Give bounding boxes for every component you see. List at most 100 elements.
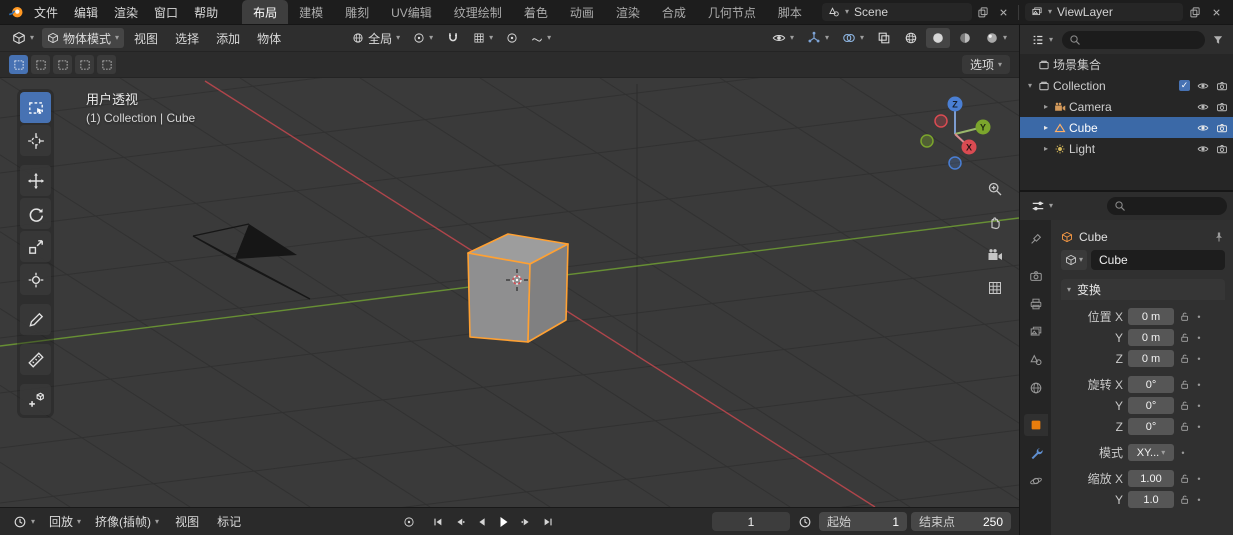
auto-keying-toggle[interactable]: [398, 511, 419, 532]
select-mode-intersect-button[interactable]: [97, 55, 116, 74]
viewlayer-selector[interactable]: ▾ ViewLayer: [1025, 3, 1183, 21]
menu-file[interactable]: 文件: [26, 2, 66, 23]
cube-object[interactable]: [467, 233, 569, 343]
breadcrumb-object-name[interactable]: Cube: [1079, 230, 1108, 244]
zoom-button[interactable]: [984, 178, 1006, 200]
move-tool[interactable]: [20, 165, 51, 196]
scene-selector[interactable]: ▾ Scene: [822, 3, 972, 21]
menu-timeline-view[interactable]: 视图: [168, 513, 206, 530]
annotate-tool[interactable]: [20, 304, 51, 335]
timeline-editor-type-button[interactable]: ▾: [8, 512, 40, 532]
menu-object[interactable]: 物体: [250, 30, 288, 47]
menu-add[interactable]: 添加: [209, 30, 247, 47]
outliner-row-light[interactable]: ▸ Light: [1020, 138, 1233, 159]
rotate-tool[interactable]: [20, 198, 51, 229]
overlays-selector[interactable]: ▾: [837, 28, 869, 48]
tab-tool-properties[interactable]: [1024, 228, 1048, 250]
rotation-x-field[interactable]: 0°: [1128, 376, 1174, 393]
tab-uv-editing[interactable]: UV编辑: [380, 0, 443, 24]
measure-tool[interactable]: [20, 344, 51, 375]
snap-settings[interactable]: ▾: [468, 28, 498, 48]
object-name-input[interactable]: Cube: [1091, 250, 1225, 270]
tab-scripting[interactable]: 脚本: [767, 0, 813, 24]
properties-editor-type-button[interactable]: ▾: [1026, 196, 1058, 216]
tab-render-properties[interactable]: [1024, 265, 1048, 287]
disclosure-triangle-icon[interactable]: ▸: [1041, 144, 1051, 153]
outliner-search-input[interactable]: [1062, 30, 1205, 49]
gizmo-neg-x-ball[interactable]: [934, 114, 948, 128]
cursor-tool[interactable]: [20, 125, 51, 156]
options-button[interactable]: 选项 ▾: [961, 55, 1010, 74]
animate-dot-icon[interactable]: •: [1195, 495, 1203, 505]
new-scene-button[interactable]: [974, 3, 992, 21]
gizmo-neg-y-ball[interactable]: [920, 134, 934, 148]
transform-panel-header[interactable]: ▾ 变换: [1061, 279, 1225, 300]
animate-dot-icon[interactable]: •: [1195, 354, 1203, 364]
outliner-editor-type-button[interactable]: ▾: [1026, 30, 1058, 50]
lock-icon[interactable]: [1179, 311, 1190, 322]
lock-icon[interactable]: [1179, 353, 1190, 364]
3d-viewport[interactable]: 用户透视 (1) Collection | Cube Z Y X: [0, 78, 1019, 507]
lock-icon[interactable]: [1179, 473, 1190, 484]
use-preview-range-toggle[interactable]: [794, 511, 815, 532]
scale-x-field[interactable]: 1.00: [1128, 470, 1174, 487]
next-keyframe-button[interactable]: [515, 511, 536, 532]
jump-to-end-button[interactable]: [537, 511, 558, 532]
object-visibility-selector[interactable]: ▾: [767, 28, 799, 48]
animate-dot-icon[interactable]: •: [1195, 422, 1203, 432]
select-mode-extend-button[interactable]: [31, 55, 50, 74]
disclosure-triangle-icon[interactable]: ▸: [1041, 123, 1051, 132]
shading-material-button[interactable]: [953, 28, 977, 48]
proportional-edit-toggle[interactable]: [501, 28, 523, 48]
jump-to-start-button[interactable]: [427, 511, 448, 532]
tab-physics-properties[interactable]: [1024, 470, 1048, 492]
disclosure-triangle-icon[interactable]: ▸: [1041, 102, 1051, 111]
outliner-filter-button[interactable]: [1209, 31, 1227, 49]
menu-marker[interactable]: 标记: [210, 513, 248, 530]
hide-eye-icon[interactable]: [1197, 122, 1209, 134]
menu-edit[interactable]: 编辑: [66, 2, 106, 23]
select-mode-new-button[interactable]: [9, 55, 28, 74]
render-visibility-icon[interactable]: [1216, 143, 1228, 155]
snap-toggle[interactable]: [441, 28, 465, 48]
menu-window[interactable]: 窗口: [146, 2, 186, 23]
disclosure-triangle-icon[interactable]: ▾: [1025, 81, 1035, 90]
scale-y-field[interactable]: 1.0: [1128, 491, 1174, 508]
animate-dot-icon[interactable]: •: [1195, 312, 1203, 322]
viewport-scene[interactable]: [0, 78, 1019, 507]
hide-eye-icon[interactable]: [1197, 80, 1209, 92]
lock-icon[interactable]: [1179, 379, 1190, 390]
menu-help[interactable]: 帮助: [186, 2, 226, 23]
tab-texture-paint[interactable]: 纹理绘制: [443, 0, 513, 24]
render-visibility-icon[interactable]: [1216, 80, 1228, 92]
lock-icon[interactable]: [1179, 421, 1190, 432]
tab-geometry-nodes[interactable]: 几何节点: [697, 0, 767, 24]
editor-type-button[interactable]: ▾: [7, 28, 39, 48]
tab-viewlayer-properties[interactable]: [1024, 321, 1048, 343]
menu-playback[interactable]: 回放 ▾: [44, 512, 86, 532]
pan-button[interactable]: [984, 211, 1006, 233]
tab-animation[interactable]: 动画: [559, 0, 605, 24]
animate-dot-icon[interactable]: •: [1195, 380, 1203, 390]
tab-shading[interactable]: 着色: [513, 0, 559, 24]
menu-select[interactable]: 选择: [168, 30, 206, 47]
shading-wireframe-button[interactable]: [899, 28, 923, 48]
menu-keying[interactable]: 挤像(插帧) ▾: [90, 512, 164, 532]
gizmo-neg-z-ball[interactable]: [948, 156, 962, 170]
prev-keyframe-button[interactable]: [449, 511, 470, 532]
ortho-toggle-button[interactable]: [984, 277, 1006, 299]
properties-search-input[interactable]: [1107, 197, 1227, 215]
outliner-row-cube[interactable]: ▸ Cube: [1020, 117, 1233, 138]
outliner-row-camera[interactable]: ▸ Camera: [1020, 96, 1233, 117]
tab-layout[interactable]: 布局: [242, 0, 289, 24]
navigation-gizmo[interactable]: Z Y X: [913, 90, 997, 174]
tab-output-properties[interactable]: [1024, 293, 1048, 315]
hide-eye-icon[interactable]: [1197, 101, 1209, 113]
rotation-z-field[interactable]: 0°: [1128, 418, 1174, 435]
tab-compositing[interactable]: 合成: [651, 0, 697, 24]
animate-dot-icon[interactable]: •: [1195, 474, 1203, 484]
animate-dot-icon[interactable]: •: [1195, 333, 1203, 343]
shading-rendered-button[interactable]: ▾: [980, 28, 1012, 48]
animate-dot-icon[interactable]: •: [1179, 448, 1187, 458]
location-y-field[interactable]: 0 m: [1128, 329, 1174, 346]
